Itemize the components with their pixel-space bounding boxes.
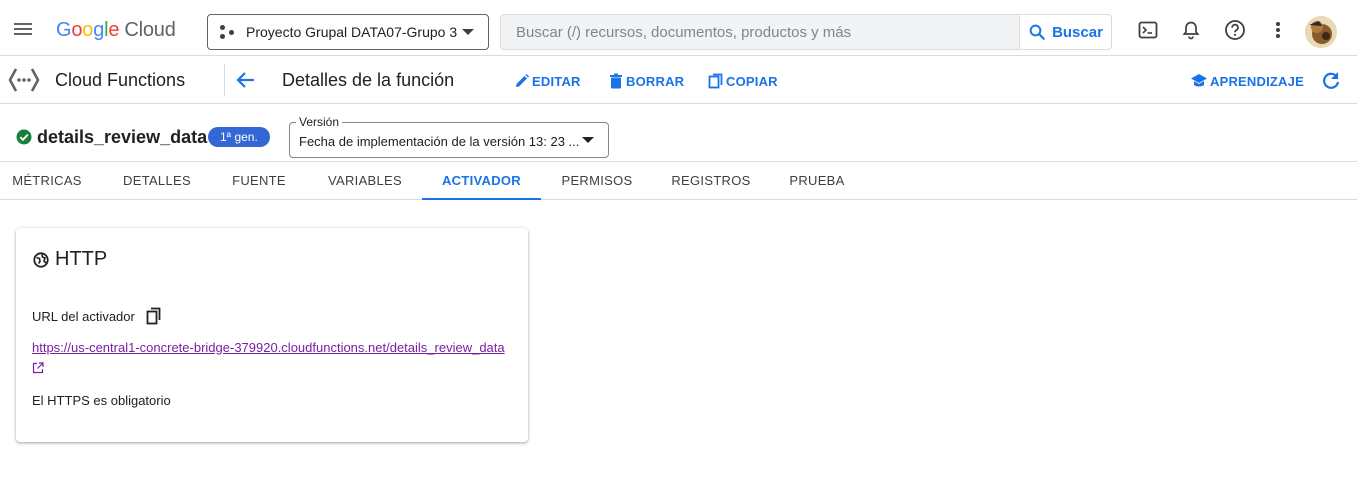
school-icon xyxy=(1191,74,1207,87)
learn-button[interactable]: APRENDIZAJE xyxy=(1190,72,1304,90)
version-select[interactable]: Versión Fecha de implementación de la ve… xyxy=(289,115,609,158)
tab-activador[interactable]: ACTIVADOR xyxy=(422,162,541,200)
function-header: details_review_data 1ª gen. Versión Fech… xyxy=(0,104,1357,162)
trigger-card: HTTP URL del activador https://us-centra… xyxy=(16,228,528,442)
copy-icon[interactable] xyxy=(146,307,162,325)
terminal-icon[interactable] xyxy=(1136,18,1160,42)
more-vert-icon[interactable] xyxy=(1266,18,1290,42)
search-bar: Buscar xyxy=(500,14,1112,50)
delete-label: BORRAR xyxy=(626,73,685,89)
avatar[interactable] xyxy=(1305,16,1337,48)
trash-icon xyxy=(610,73,622,89)
trigger-title: HTTP xyxy=(55,248,108,270)
pencil-icon xyxy=(516,74,529,87)
delete-button[interactable]: BORRAR xyxy=(608,72,684,90)
google-cloud-logo[interactable]: Google Cloud xyxy=(56,19,176,42)
service-header: Cloud Functions Detalles de la función E… xyxy=(0,56,1357,104)
arrow-back-icon[interactable] xyxy=(234,68,258,92)
bell-icon[interactable] xyxy=(1179,18,1203,42)
search-input[interactable] xyxy=(501,15,1019,49)
search-button-label: Buscar xyxy=(1052,23,1103,41)
header-divider xyxy=(224,64,225,96)
tab-bar: MÉTRICAS DETALLES FUENTE VARIABLES ACTIV… xyxy=(0,162,1357,200)
edit-button[interactable]: EDITAR xyxy=(514,72,581,90)
function-name: details_review_data xyxy=(37,127,208,147)
search-icon xyxy=(1029,24,1045,40)
tab-permisos[interactable]: PERMISOS xyxy=(552,162,642,200)
globe-icon xyxy=(33,252,49,268)
tab-prueba[interactable]: PRUEBA xyxy=(780,162,854,200)
copy-button[interactable]: COPIAR xyxy=(708,72,778,90)
learn-label: APRENDIZAJE xyxy=(1210,73,1304,89)
page-title: Detalles de la función xyxy=(282,70,455,90)
top-app-bar: Google Cloud Proyecto Grupal DATA07-Grupo… xyxy=(0,0,1357,56)
trigger-url-link[interactable]: https://us-central1-concrete-bridge-3799… xyxy=(32,340,505,355)
cloud-functions-icon xyxy=(8,68,40,92)
project-name: Proyecto Grupal DATA07-Grupo 3 xyxy=(246,24,458,40)
https-note: El HTTPS es obligatorio xyxy=(32,393,171,408)
tab-metricas[interactable]: MÉTRICAS xyxy=(0,162,94,200)
project-icon xyxy=(220,24,236,40)
menu-icon[interactable] xyxy=(14,20,36,36)
copy-icon xyxy=(708,73,723,89)
edit-label: EDITAR xyxy=(532,73,581,89)
tab-fuente[interactable]: FUENTE xyxy=(220,162,298,200)
tab-registros[interactable]: REGISTROS xyxy=(662,162,760,200)
open-in-new-icon[interactable] xyxy=(32,362,44,374)
refresh-icon[interactable] xyxy=(1320,70,1342,92)
service-name: Cloud Functions xyxy=(55,70,186,90)
help-icon[interactable] xyxy=(1223,18,1247,42)
project-picker[interactable]: Proyecto Grupal DATA07-Grupo 3 xyxy=(207,14,489,50)
tab-detalles[interactable]: DETALLES xyxy=(110,162,204,200)
version-label: Versión xyxy=(296,115,343,129)
tab-variables[interactable]: VARIABLES xyxy=(316,162,414,200)
generation-badge: 1ª gen. xyxy=(208,127,270,147)
version-value: Fecha de implementación de la versión 13… xyxy=(299,134,580,149)
chevron-down-icon xyxy=(582,137,594,143)
chevron-down-icon xyxy=(462,29,474,35)
search-button[interactable]: Buscar xyxy=(1019,15,1111,49)
copy-label: COPIAR xyxy=(726,73,778,89)
url-label: URL del activador xyxy=(32,309,135,324)
check-circle-icon xyxy=(16,129,32,145)
